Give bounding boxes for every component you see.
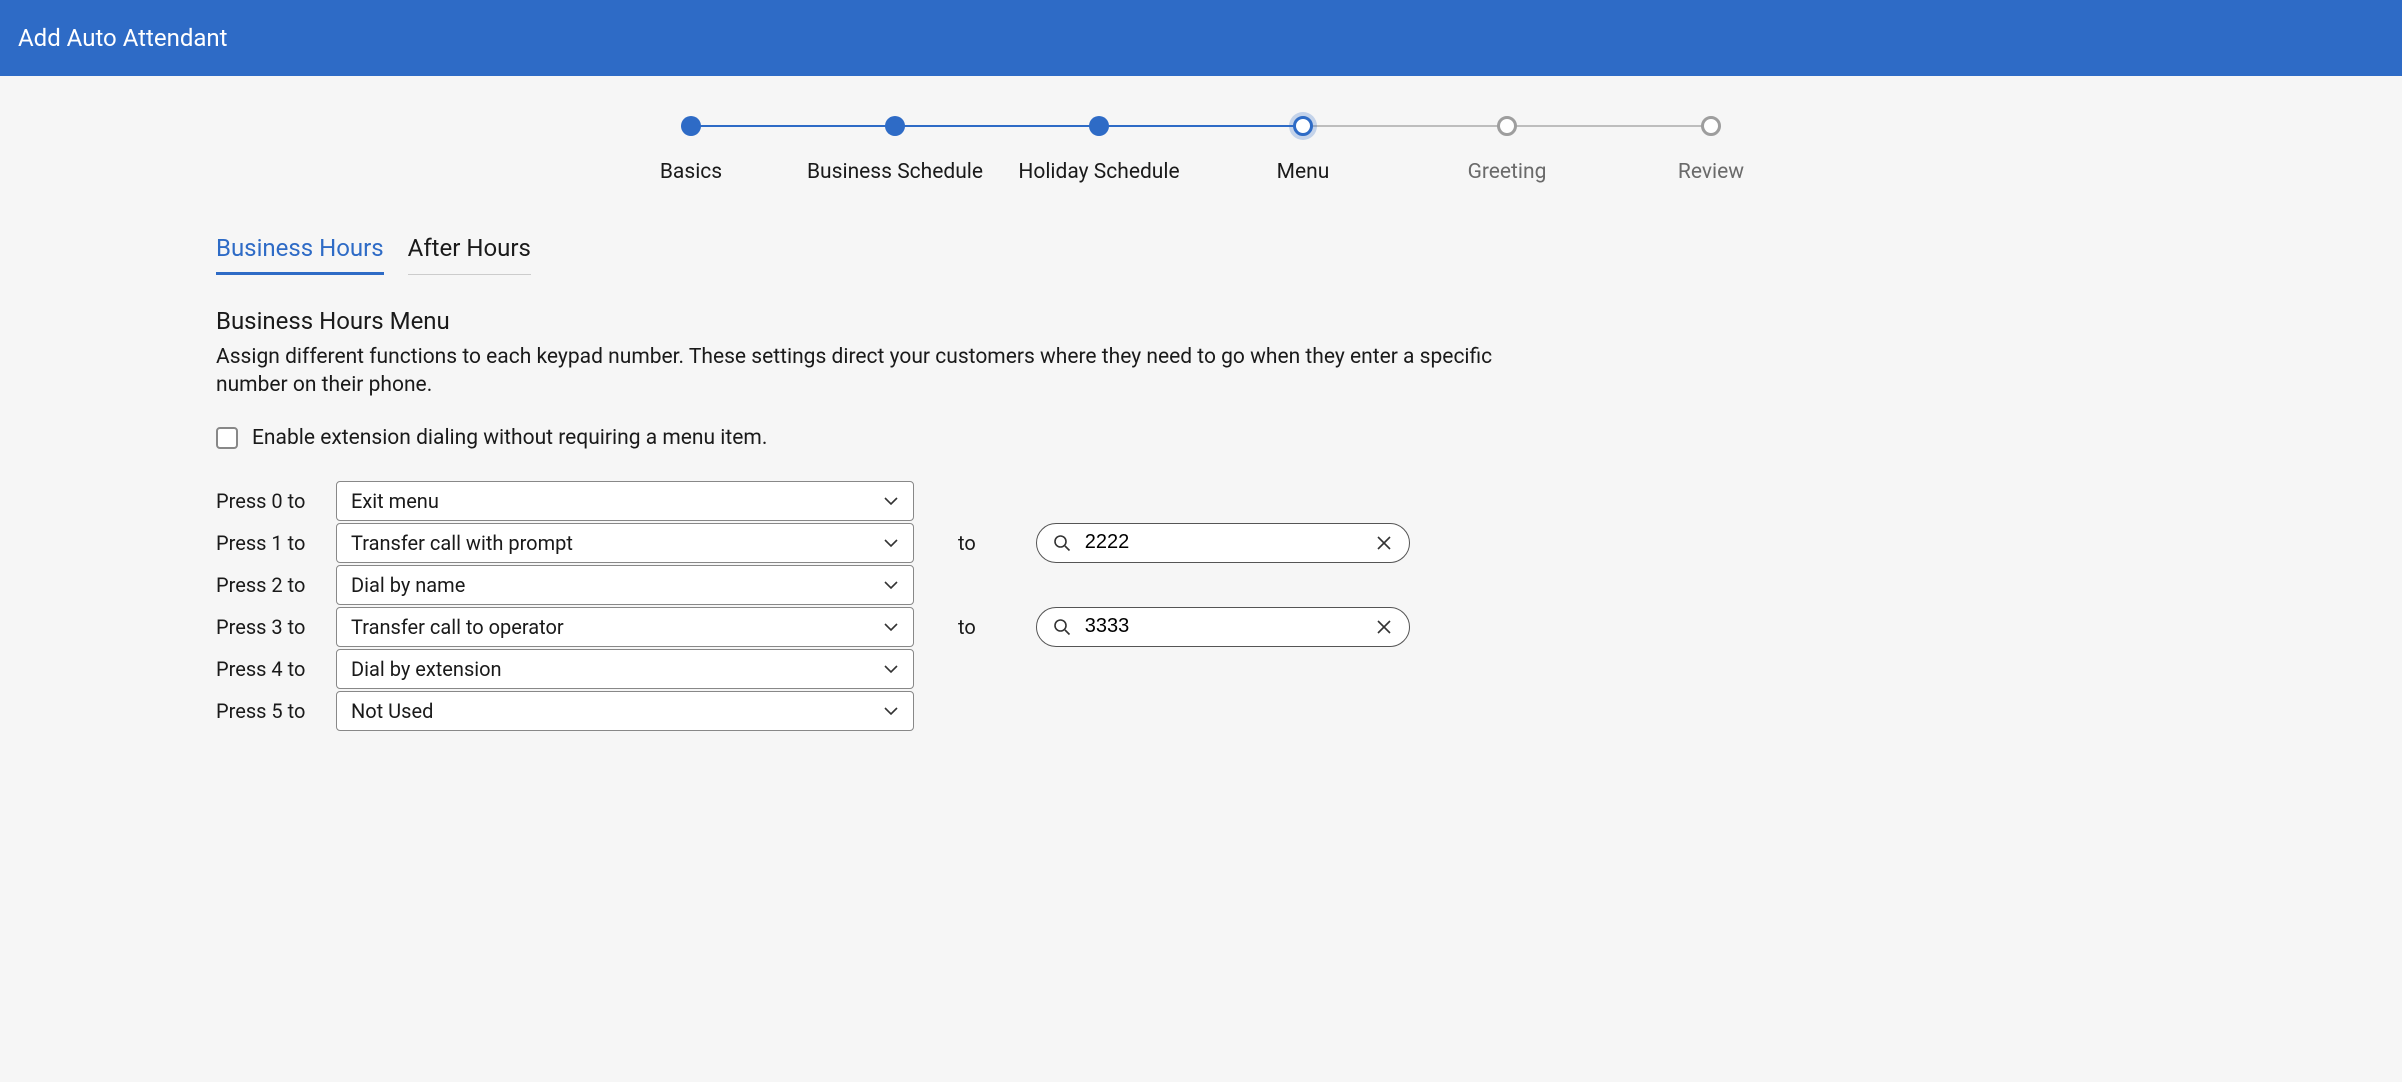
chevron-down-icon <box>883 661 899 677</box>
tabs: Business Hours After Hours <box>216 228 2402 275</box>
section-description: Assign different functions to each keypa… <box>216 343 1556 400</box>
clear-icon[interactable] <box>1375 534 1393 552</box>
transfer-target-input[interactable] <box>1085 531 1361 554</box>
tab-business-hours[interactable]: Business Hours <box>216 228 384 275</box>
key-row-1: Press 1 to Transfer call with prompt to <box>216 522 2402 564</box>
transfer-target-field[interactable] <box>1036 607 1410 647</box>
key-label: Press 4 to <box>216 657 336 681</box>
key-label: Press 0 to <box>216 489 336 513</box>
section-title: Business Hours Menu <box>216 307 2402 335</box>
key-row-2: Press 2 to Dial by name <box>216 564 2402 606</box>
key-row-5: Press 5 to Not Used <box>216 690 2402 732</box>
key-label: Press 1 to <box>216 531 336 555</box>
stepper: Basics Business Schedule Holiday Schedule M… <box>589 116 1813 184</box>
to-label: to <box>958 531 976 555</box>
chevron-down-icon <box>883 535 899 551</box>
step-connector <box>1507 125 1711 127</box>
transfer-target-group: to <box>958 607 1410 647</box>
chevron-down-icon <box>883 619 899 635</box>
key-label: Press 3 to <box>216 615 336 639</box>
step-dot <box>885 116 905 136</box>
clear-icon[interactable] <box>1375 618 1393 636</box>
to-label: to <box>958 615 976 639</box>
transfer-target-group: to <box>958 523 1410 563</box>
page-header: Add Auto Attendant <box>0 0 2402 76</box>
transfer-target-field[interactable] <box>1036 523 1410 563</box>
key-row-4: Press 4 to Dial by extension <box>216 648 2402 690</box>
step-connector <box>1099 125 1303 127</box>
step-label: Greeting <box>1468 160 1547 184</box>
chevron-down-icon <box>883 703 899 719</box>
extension-dialing-checkbox[interactable] <box>216 427 238 449</box>
step-connector <box>895 125 1099 127</box>
step-dot <box>1497 116 1517 136</box>
step-dot <box>1701 116 1721 136</box>
key-action-select[interactable]: Dial by name <box>336 565 914 605</box>
step-label: Menu <box>1277 160 1330 184</box>
step-label: Basics <box>660 160 722 184</box>
key-action-select[interactable]: Dial by extension <box>336 649 914 689</box>
transfer-target-input[interactable] <box>1085 615 1361 638</box>
key-row-0: Press 0 to Exit menu <box>216 480 2402 522</box>
key-action-select[interactable]: Not Used <box>336 691 914 731</box>
step-dot <box>681 116 701 136</box>
search-icon <box>1053 618 1071 636</box>
extension-dialing-label: Enable extension dialing without requiri… <box>252 426 767 450</box>
stepper-container: Basics Business Schedule Holiday Schedule M… <box>0 76 2402 216</box>
key-action-select[interactable]: Transfer call with prompt <box>336 523 914 563</box>
select-value: Not Used <box>351 699 433 723</box>
keypad-config-list: Press 0 to Exit menu Press 1 to Transfer ca… <box>216 480 2402 732</box>
step-connector <box>691 125 895 127</box>
step-label: Business Schedule <box>807 160 983 184</box>
content-area: Business Hours After Hours Business Hours… <box>0 216 2402 772</box>
key-label: Press 5 to <box>216 699 336 723</box>
key-label: Press 2 to <box>216 573 336 597</box>
select-value: Dial by name <box>351 573 465 597</box>
step-basics[interactable]: Basics <box>589 116 793 184</box>
select-value: Transfer call with prompt <box>351 531 573 555</box>
search-icon <box>1053 534 1071 552</box>
select-value: Dial by extension <box>351 657 502 681</box>
chevron-down-icon <box>883 577 899 593</box>
step-connector <box>1303 125 1507 127</box>
select-value: Exit menu <box>351 489 439 513</box>
tab-after-hours[interactable]: After Hours <box>408 228 531 275</box>
page-title: Add Auto Attendant <box>18 24 228 52</box>
chevron-down-icon <box>883 493 899 509</box>
extension-dialing-row: Enable extension dialing without requiri… <box>216 426 2402 450</box>
key-action-select[interactable]: Transfer call to operator <box>336 607 914 647</box>
key-action-select[interactable]: Exit menu <box>336 481 914 521</box>
key-row-3: Press 3 to Transfer call to operator to <box>216 606 2402 648</box>
step-label: Review <box>1678 160 1744 184</box>
step-label: Holiday Schedule <box>1018 160 1179 184</box>
select-value: Transfer call to operator <box>351 615 564 639</box>
step-dot <box>1089 116 1109 136</box>
step-dot <box>1293 116 1313 136</box>
